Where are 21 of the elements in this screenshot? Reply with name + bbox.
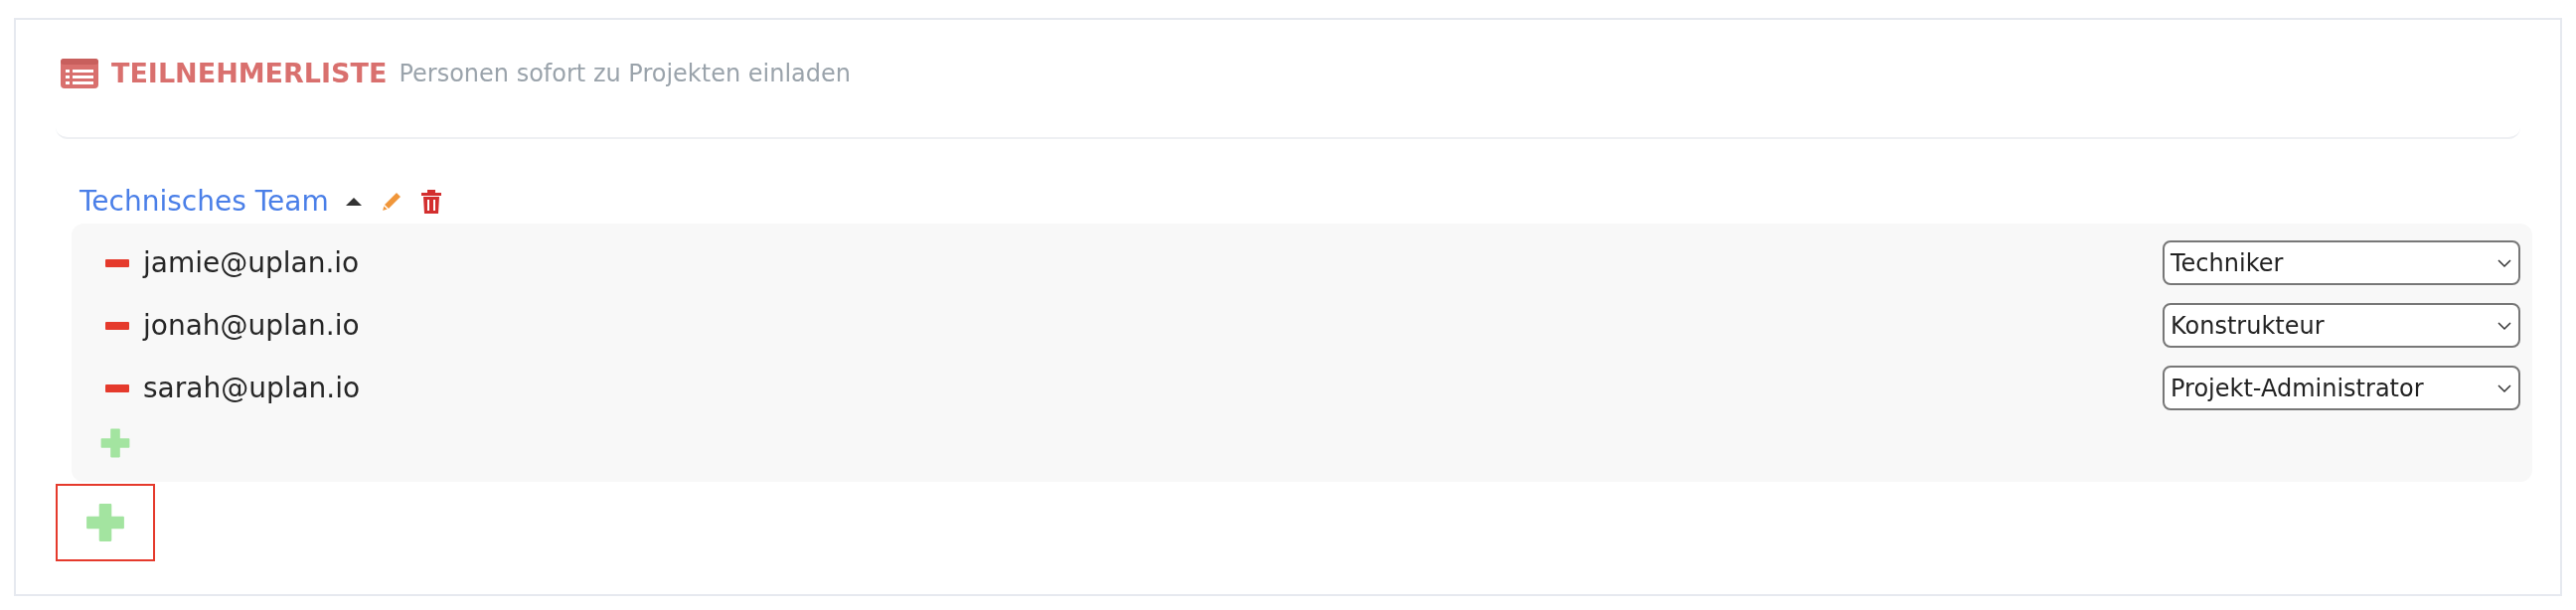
plus-icon: [84, 502, 126, 543]
member-email: sarah@uplan.io: [143, 370, 361, 406]
member-email: jamie@uplan.io: [143, 244, 360, 281]
remove-member-button[interactable]: [105, 383, 129, 392]
section-subtitle: Personen sofort zu Projekten einladen: [399, 59, 851, 89]
plus-icon: [99, 427, 131, 459]
trash-icon[interactable]: [419, 189, 442, 215]
add-group-button[interactable]: [56, 484, 155, 561]
caret-up-icon[interactable]: [344, 197, 363, 207]
section-title: TEILNEHMERLISTE: [111, 56, 388, 90]
group-name[interactable]: Technisches Team: [80, 181, 329, 223]
list-icon: [60, 58, 99, 89]
chevron-down-icon: [2496, 320, 2512, 331]
chevron-down-icon: [2496, 257, 2512, 268]
role-select[interactable]: Techniker: [2163, 240, 2520, 285]
role-select[interactable]: Projekt-Administrator: [2163, 366, 2520, 410]
chevron-down-icon: [2496, 382, 2512, 393]
member-email: jonah@uplan.io: [143, 307, 360, 344]
role-select[interactable]: Konstrukteur: [2163, 303, 2520, 348]
remove-member-button[interactable]: [105, 321, 129, 330]
remove-member-button[interactable]: [105, 258, 129, 267]
